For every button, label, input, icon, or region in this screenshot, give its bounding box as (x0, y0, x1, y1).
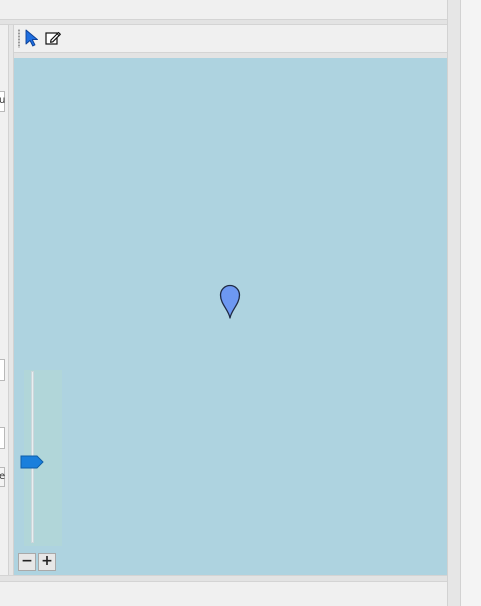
left-button-stub[interactable]: e (0, 467, 5, 487)
left-panel-collapsed: u e (0, 25, 8, 575)
left-field-stub[interactable] (0, 427, 5, 449)
map-editor-window: u e − + (0, 0, 481, 606)
right-splitter[interactable] (447, 0, 461, 606)
top-panel-area (0, 0, 447, 19)
zoom-slider-thumb[interactable] (20, 455, 44, 469)
status-bar (0, 582, 447, 606)
select-tool-button[interactable] (24, 29, 42, 47)
cursor-arrow-icon (25, 29, 38, 47)
left-button-stub-text: e (0, 471, 6, 482)
edit-tool-button[interactable] (44, 29, 62, 47)
zoom-out-button[interactable]: − (18, 553, 36, 571)
map-canvas[interactable]: − + (14, 58, 447, 575)
toolbar-grip[interactable] (18, 29, 20, 48)
zoom-in-button[interactable]: + (38, 553, 56, 571)
bottom-splitter[interactable] (0, 575, 447, 582)
map-pin-icon[interactable] (219, 283, 241, 319)
right-panel-collapsed (461, 0, 481, 606)
pencil-edit-icon (45, 31, 61, 45)
left-field-stub[interactable] (0, 359, 5, 381)
left-field-stub[interactable]: u (0, 91, 5, 112)
map-toolbar (14, 25, 447, 52)
left-field-stub-text: u (0, 95, 6, 106)
